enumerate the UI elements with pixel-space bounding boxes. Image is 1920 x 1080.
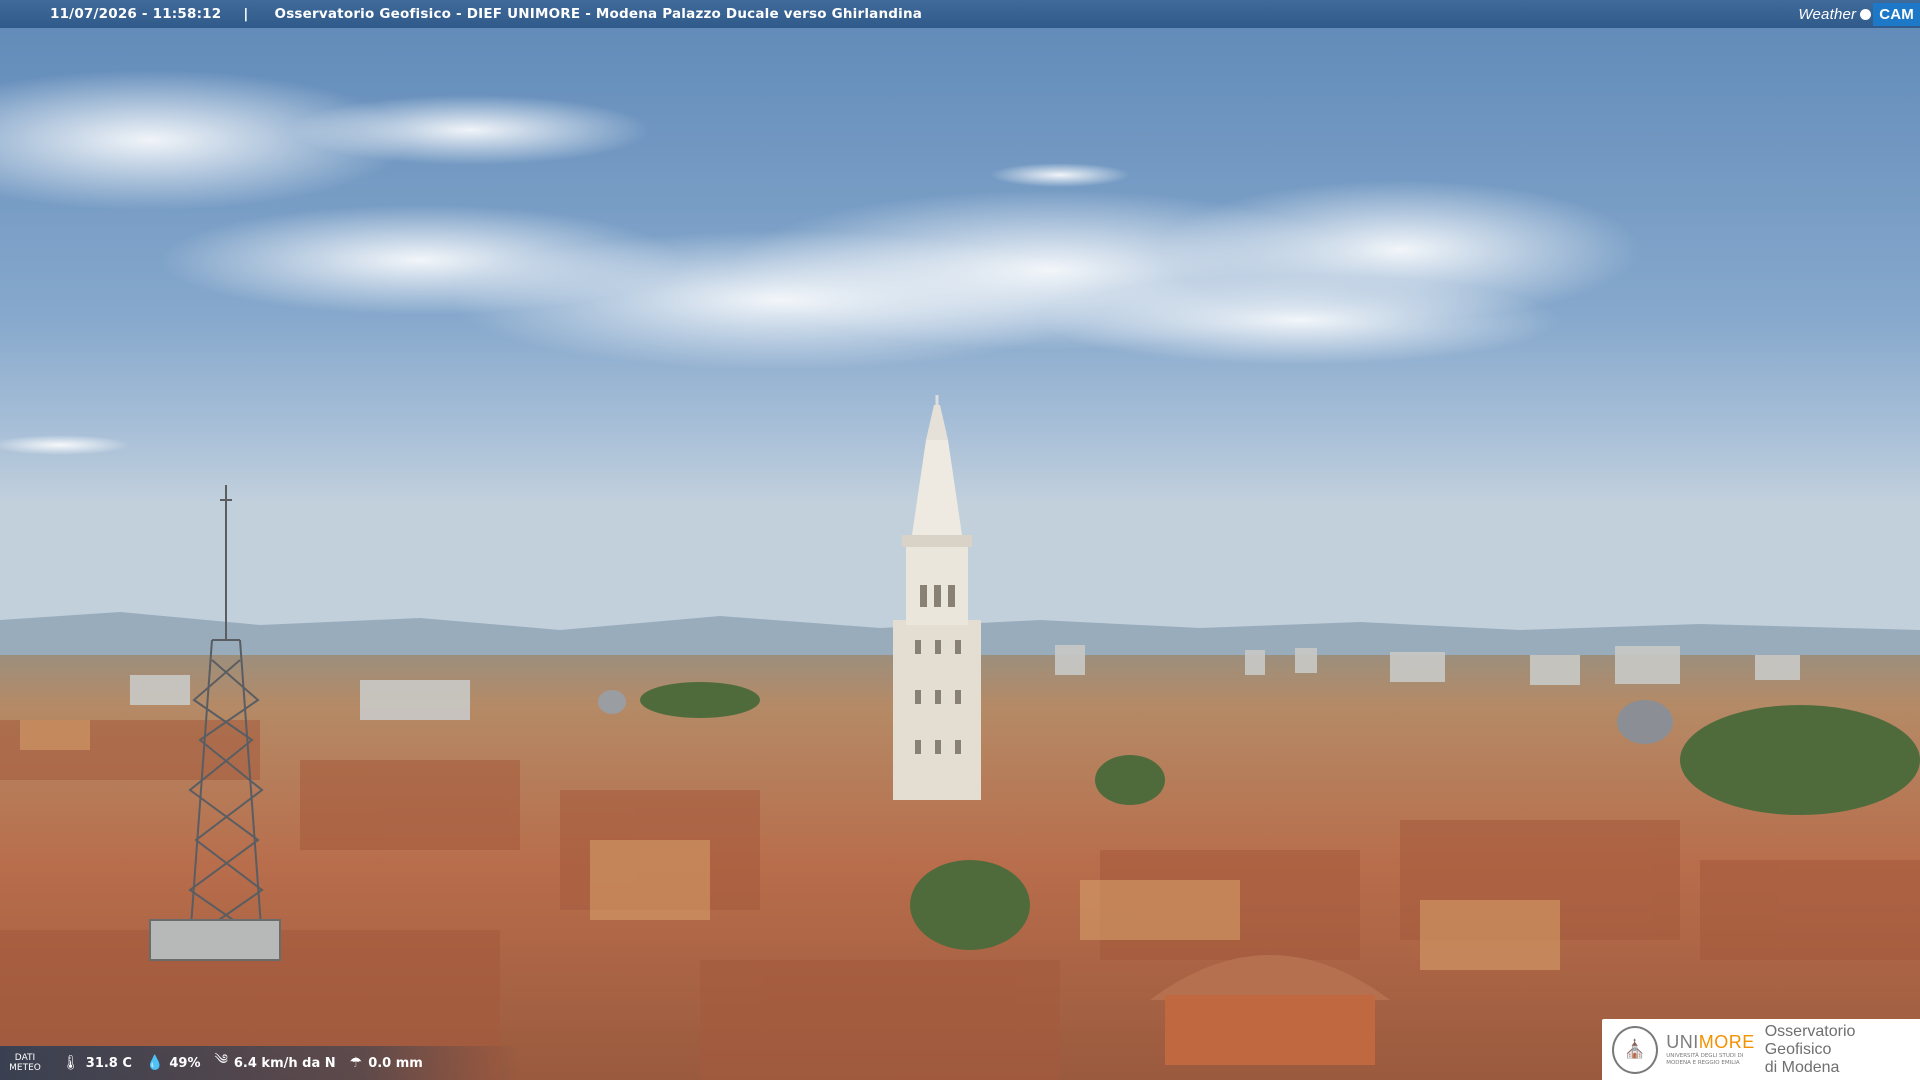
weathercam-logo: Weather CAM [1798, 0, 1920, 28]
timestamp: 11/07/2026 - 11:58:12 [50, 6, 222, 22]
unimore-subtitle: UNIVERSITÀ DEGLI STUDI DI MODENA E REGGI… [1666, 1053, 1755, 1067]
humidity-drop-icon: 💧 [145, 1055, 164, 1071]
humidity-value: 49% [169, 1055, 201, 1071]
temperature-value: 31.8 C [85, 1055, 132, 1071]
rain-value: 0.0 mm [368, 1055, 423, 1071]
unimore-wordmark: UNIMORE UNIVERSITÀ DEGLI STUDI DI MODENA… [1666, 1032, 1755, 1067]
observatory-name-line1: Osservatorio Geofisico [1764, 1022, 1856, 1058]
thermometer-icon: 🌡 [62, 1055, 80, 1071]
humidity-reading: 💧 49% [146, 1055, 201, 1071]
weather-data-label: DATI METEO [2, 1053, 48, 1073]
weather-data-label-line1: DATI [14, 1053, 36, 1063]
unimore-name-uni: UNI [1666, 1032, 1699, 1052]
city-panorama-image [0, 0, 1920, 1080]
weather-data-label-line2: METEO [9, 1063, 41, 1073]
wind-reading: ༄ 6.4 km/h da N [215, 1043, 336, 1080]
webcam-frame: 11/07/2026 - 11:58:12 | Osservatorio Geo… [0, 0, 1920, 1080]
university-seal-icon: ⛪ [1612, 1025, 1659, 1074]
unimore-name-more: MORE [1698, 1032, 1755, 1052]
observatory-name-line2: di Modena [1764, 1058, 1840, 1076]
wind-icon: ༄ [214, 1052, 228, 1068]
header-separator: | [243, 6, 249, 22]
header-bar: 11/07/2026 - 11:58:12 | Osservatorio Geo… [0, 0, 1920, 28]
weathercam-dot-icon [1860, 8, 1872, 20]
unimore-subtitle-line1: UNIVERSITÀ DEGLI STUDI DI [1666, 1053, 1744, 1059]
weathercam-cam-text: CAM [1873, 2, 1920, 26]
weather-data-bar: DATI METEO 🌡 31.8 C 💧 49% ༄ 6.4 km/h da … [0, 1046, 520, 1080]
weathercam-weather-text: Weather [1798, 5, 1857, 23]
rain-icon: ☂ [349, 1055, 363, 1071]
temperature-reading: 🌡 31.8 C [62, 1055, 132, 1071]
unimore-name: UNIMORE [1666, 1032, 1755, 1053]
wind-value: 6.4 km/h da N [233, 1055, 336, 1071]
camera-title: Osservatorio Geofisico - DIEF UNIMORE - … [274, 6, 923, 22]
unimore-subtitle-line2: MODENA E REGGIO EMILIA [1666, 1060, 1740, 1066]
observatory-name: Osservatorio Geofisico di Modena [1765, 1023, 1920, 1077]
unimore-logo-panel: ⛪ UNIMORE UNIVERSITÀ DEGLI STUDI DI MODE… [1602, 1019, 1920, 1080]
rain-reading: ☂ 0.0 mm [350, 1055, 423, 1071]
